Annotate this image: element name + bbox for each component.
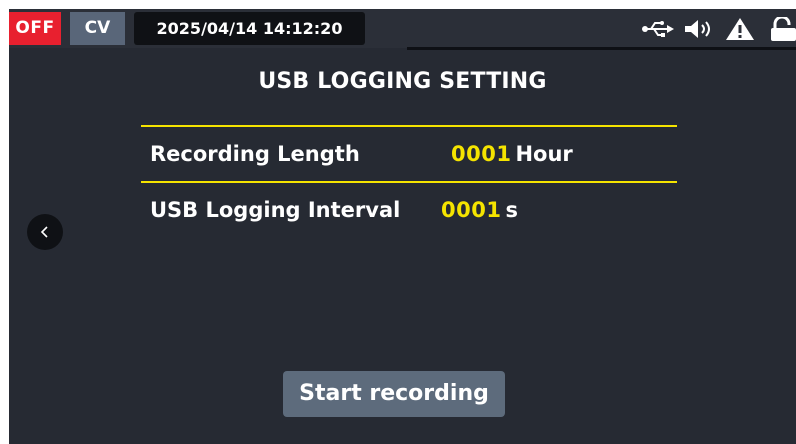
back-button[interactable] — [27, 214, 63, 250]
warning-icon — [726, 18, 754, 40]
page-title: USB LOGGING SETTING — [258, 69, 547, 94]
mode-badge[interactable]: CV — [70, 12, 125, 45]
lock-icon — [771, 17, 796, 41]
recording-length-number[interactable]: 0001 — [451, 142, 511, 166]
datetime-display: 2025/04/14 14:12:20 — [134, 12, 365, 45]
logging-interval-row[interactable]: USB Logging Interval 0001 s — [141, 183, 677, 237]
output-state-badge[interactable]: OFF — [9, 12, 61, 45]
status-bar: OFF CV 2025/04/14 14:12:20 — [9, 9, 796, 48]
device-screen: OFF CV 2025/04/14 14:12:20 USB LOGGING S… — [9, 9, 796, 444]
recording-length-label: Recording Length — [150, 142, 360, 166]
logging-interval-value[interactable]: 0001 s — [441, 183, 518, 237]
logging-interval-label: USB Logging Interval — [150, 198, 401, 222]
usb-icon — [642, 21, 674, 37]
logging-interval-unit: s — [505, 198, 518, 222]
logging-interval-number[interactable]: 0001 — [441, 198, 501, 222]
recording-length-row[interactable]: Recording Length 0001 Hour — [141, 125, 677, 183]
recording-length-unit: Hour — [515, 142, 573, 166]
speaker-icon[interactable] — [683, 17, 717, 41]
status-divider — [407, 47, 796, 50]
start-recording-button[interactable]: Start recording — [283, 371, 505, 417]
recording-length-value[interactable]: 0001 Hour — [451, 127, 573, 181]
chevron-left-icon — [40, 226, 48, 238]
